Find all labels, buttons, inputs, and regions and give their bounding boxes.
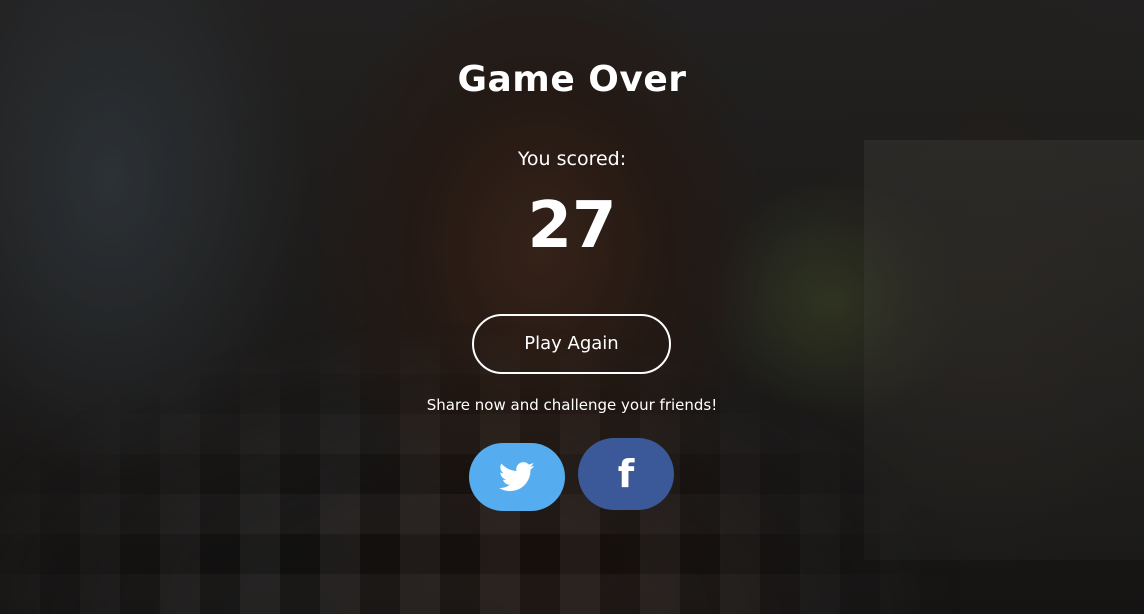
twitter-share-button[interactable] bbox=[469, 443, 565, 511]
facebook-share-button[interactable]: f bbox=[578, 438, 674, 510]
score-value: 27 bbox=[527, 189, 617, 263]
score-label: You scored: bbox=[517, 148, 627, 170]
play-again-button[interactable]: Play Again bbox=[472, 314, 671, 374]
game-over-title: Game Over bbox=[457, 59, 687, 100]
share-prompt: Share now and challenge your friends! bbox=[426, 396, 718, 414]
twitter-bird-icon bbox=[499, 462, 535, 492]
game-over-screen: Game Over You scored: 27 Play Again Shar… bbox=[0, 0, 1144, 614]
facebook-f-icon: f bbox=[617, 452, 635, 496]
result-panel: Game Over You scored: 27 Play Again Shar… bbox=[0, 0, 1144, 614]
